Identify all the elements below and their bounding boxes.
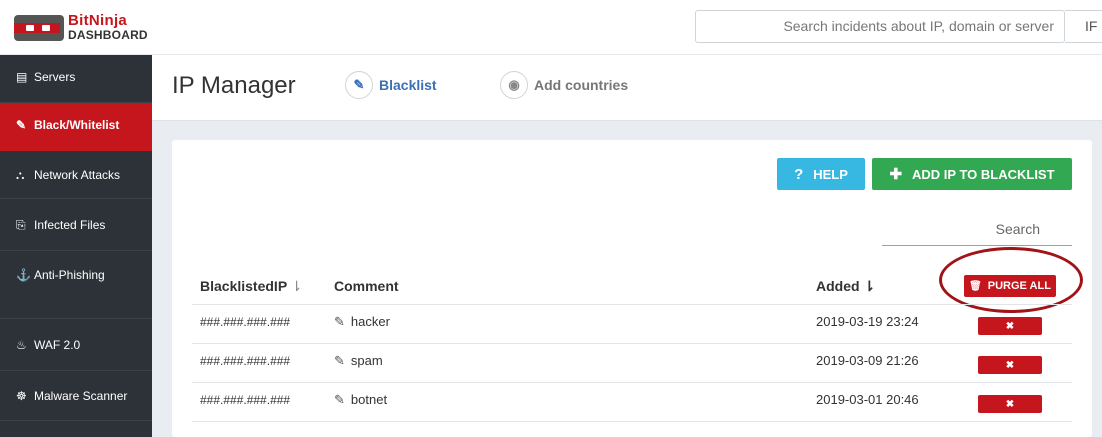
sidebar-item-infected-files[interactable]: ⎘ Infected Files bbox=[0, 199, 152, 251]
cell-ip: ###.###.###.### bbox=[200, 354, 291, 368]
comment-text: spam bbox=[350, 353, 383, 368]
help-button[interactable]: ? HELP bbox=[777, 158, 865, 190]
cell-added: 2019-03-19 23:24 bbox=[816, 314, 919, 329]
delete-row-button[interactable]: ✖ bbox=[978, 395, 1042, 413]
tab-blacklist[interactable]: ✎ Blacklist bbox=[345, 70, 437, 100]
delete-row-button[interactable]: ✖ bbox=[978, 356, 1042, 374]
search-filter-dropdown[interactable]: IF bbox=[1065, 10, 1102, 43]
table-search-input[interactable]: Search bbox=[882, 212, 1072, 246]
tab-add-countries[interactable]: ◉ Add countries bbox=[500, 70, 628, 100]
column-header-label: Added bbox=[816, 278, 860, 294]
plus-icon: ✚ bbox=[889, 166, 903, 183]
question-icon: ? bbox=[794, 165, 804, 183]
cell-ip: ###.###.###.### bbox=[200, 393, 291, 407]
comment-text: hacker bbox=[350, 314, 390, 329]
sidebar-item-label: Anti-Phishing bbox=[34, 268, 105, 282]
add-ip-button[interactable]: ✚ ADD IP TO BLACKLIST bbox=[872, 158, 1072, 190]
column-header-ip[interactable]: BlacklistedIP ⇂ bbox=[200, 278, 303, 295]
add-ip-button-label: ADD IP TO BLACKLIST bbox=[912, 166, 1055, 182]
wrench-icon: ✎ bbox=[345, 71, 373, 99]
help-button-label: HELP bbox=[813, 166, 848, 182]
server-icon: ▤ bbox=[16, 70, 28, 84]
sidebar-item-waf[interactable]: ♨ WAF 2.0 bbox=[0, 319, 152, 371]
cell-comment[interactable]: ✎ hacker bbox=[334, 314, 390, 330]
sidebar: ▤ Servers ✎ Black/Whitelist ⛬ Network Attac… bbox=[0, 55, 152, 437]
tab-label: Blacklist bbox=[379, 77, 437, 93]
files-icon: ⎘ bbox=[16, 218, 26, 232]
column-header-comment: Comment bbox=[334, 278, 399, 294]
row-divider bbox=[192, 304, 1072, 305]
fire-icon: ♨ bbox=[16, 338, 27, 352]
close-icon: ✖ bbox=[1005, 359, 1015, 371]
sidebar-item-label: Network Attacks bbox=[34, 168, 121, 182]
anchor-icon: ⚓ bbox=[16, 268, 31, 282]
sidebar-item-label: WAF 2.0 bbox=[34, 338, 81, 352]
trash-icon: 🗑 bbox=[969, 280, 982, 292]
delete-row-button[interactable]: ✖ bbox=[978, 317, 1042, 335]
brand-subtitle: DASHBOARD bbox=[68, 28, 148, 42]
globe-icon: ◉ bbox=[500, 71, 528, 99]
cell-added: 2019-03-09 21:26 bbox=[816, 353, 919, 368]
sidebar-item-black-whitelist[interactable]: ✎ Black/Whitelist bbox=[0, 103, 152, 151]
sidebar-item-label: Malware Scanner bbox=[34, 389, 128, 403]
cell-ip: ###.###.###.### bbox=[200, 315, 291, 329]
column-header-added[interactable]: Added ⇂ bbox=[816, 278, 875, 295]
sidebar-item-network-attacks[interactable]: ⛬ Network Attacks bbox=[0, 151, 152, 199]
incident-search-input[interactable]: Search incidents about IP, domain or ser… bbox=[695, 10, 1065, 43]
bitninja-logo[interactable]: BitNinja DASHBOARD bbox=[14, 11, 148, 45]
edit-icon[interactable]: ✎ bbox=[334, 353, 345, 368]
cell-comment[interactable]: ✎ botnet bbox=[334, 392, 387, 408]
sidebar-item-anti-phishing[interactable]: ⚓ Anti-Phishing bbox=[0, 251, 152, 319]
sort-icon: ⇂ bbox=[290, 278, 303, 294]
bug-icon: ☸ bbox=[16, 389, 27, 403]
column-header-label: BlacklistedIP bbox=[200, 278, 287, 294]
sidebar-item-label: Servers bbox=[34, 70, 76, 84]
close-icon: ✖ bbox=[1005, 398, 1015, 410]
page-title: IP Manager bbox=[172, 72, 296, 99]
sidebar-item-servers[interactable]: ▤ Servers bbox=[0, 55, 152, 103]
close-icon: ✖ bbox=[1005, 320, 1015, 332]
cell-added: 2019-03-01 20:46 bbox=[816, 392, 919, 407]
comment-text: botnet bbox=[350, 392, 388, 407]
sidebar-item-label: Black/Whitelist bbox=[34, 118, 120, 132]
edit-icon[interactable]: ✎ bbox=[334, 392, 345, 407]
cell-comment[interactable]: ✎ spam bbox=[334, 353, 383, 369]
row-divider bbox=[192, 421, 1072, 422]
row-divider bbox=[192, 343, 1072, 344]
tab-label: Add countries bbox=[534, 77, 629, 93]
sort-icon: ⇂ bbox=[863, 278, 876, 294]
ninja-mask-icon bbox=[14, 15, 64, 41]
wrench-icon: ✎ bbox=[16, 118, 27, 132]
brand-name: BitNinja bbox=[68, 12, 128, 29]
purge-all-button[interactable]: 🗑 PURGE ALL bbox=[964, 275, 1056, 297]
sidebar-item-malware-scanner[interactable]: ☸ Malware Scanner bbox=[0, 371, 152, 421]
row-divider bbox=[192, 382, 1072, 383]
top-bar: BitNinja DASHBOARD Search incidents abou… bbox=[0, 0, 1102, 55]
sidebar-item-label: Infected Files bbox=[34, 218, 106, 232]
purge-all-label: PURGE ALL bbox=[987, 280, 1051, 292]
edit-icon[interactable]: ✎ bbox=[334, 314, 345, 329]
sitemap-icon: ⛬ bbox=[16, 168, 25, 182]
blacklist-card: ? HELP ✚ ADD IP TO BLACKLIST Search Blac… bbox=[172, 140, 1092, 437]
